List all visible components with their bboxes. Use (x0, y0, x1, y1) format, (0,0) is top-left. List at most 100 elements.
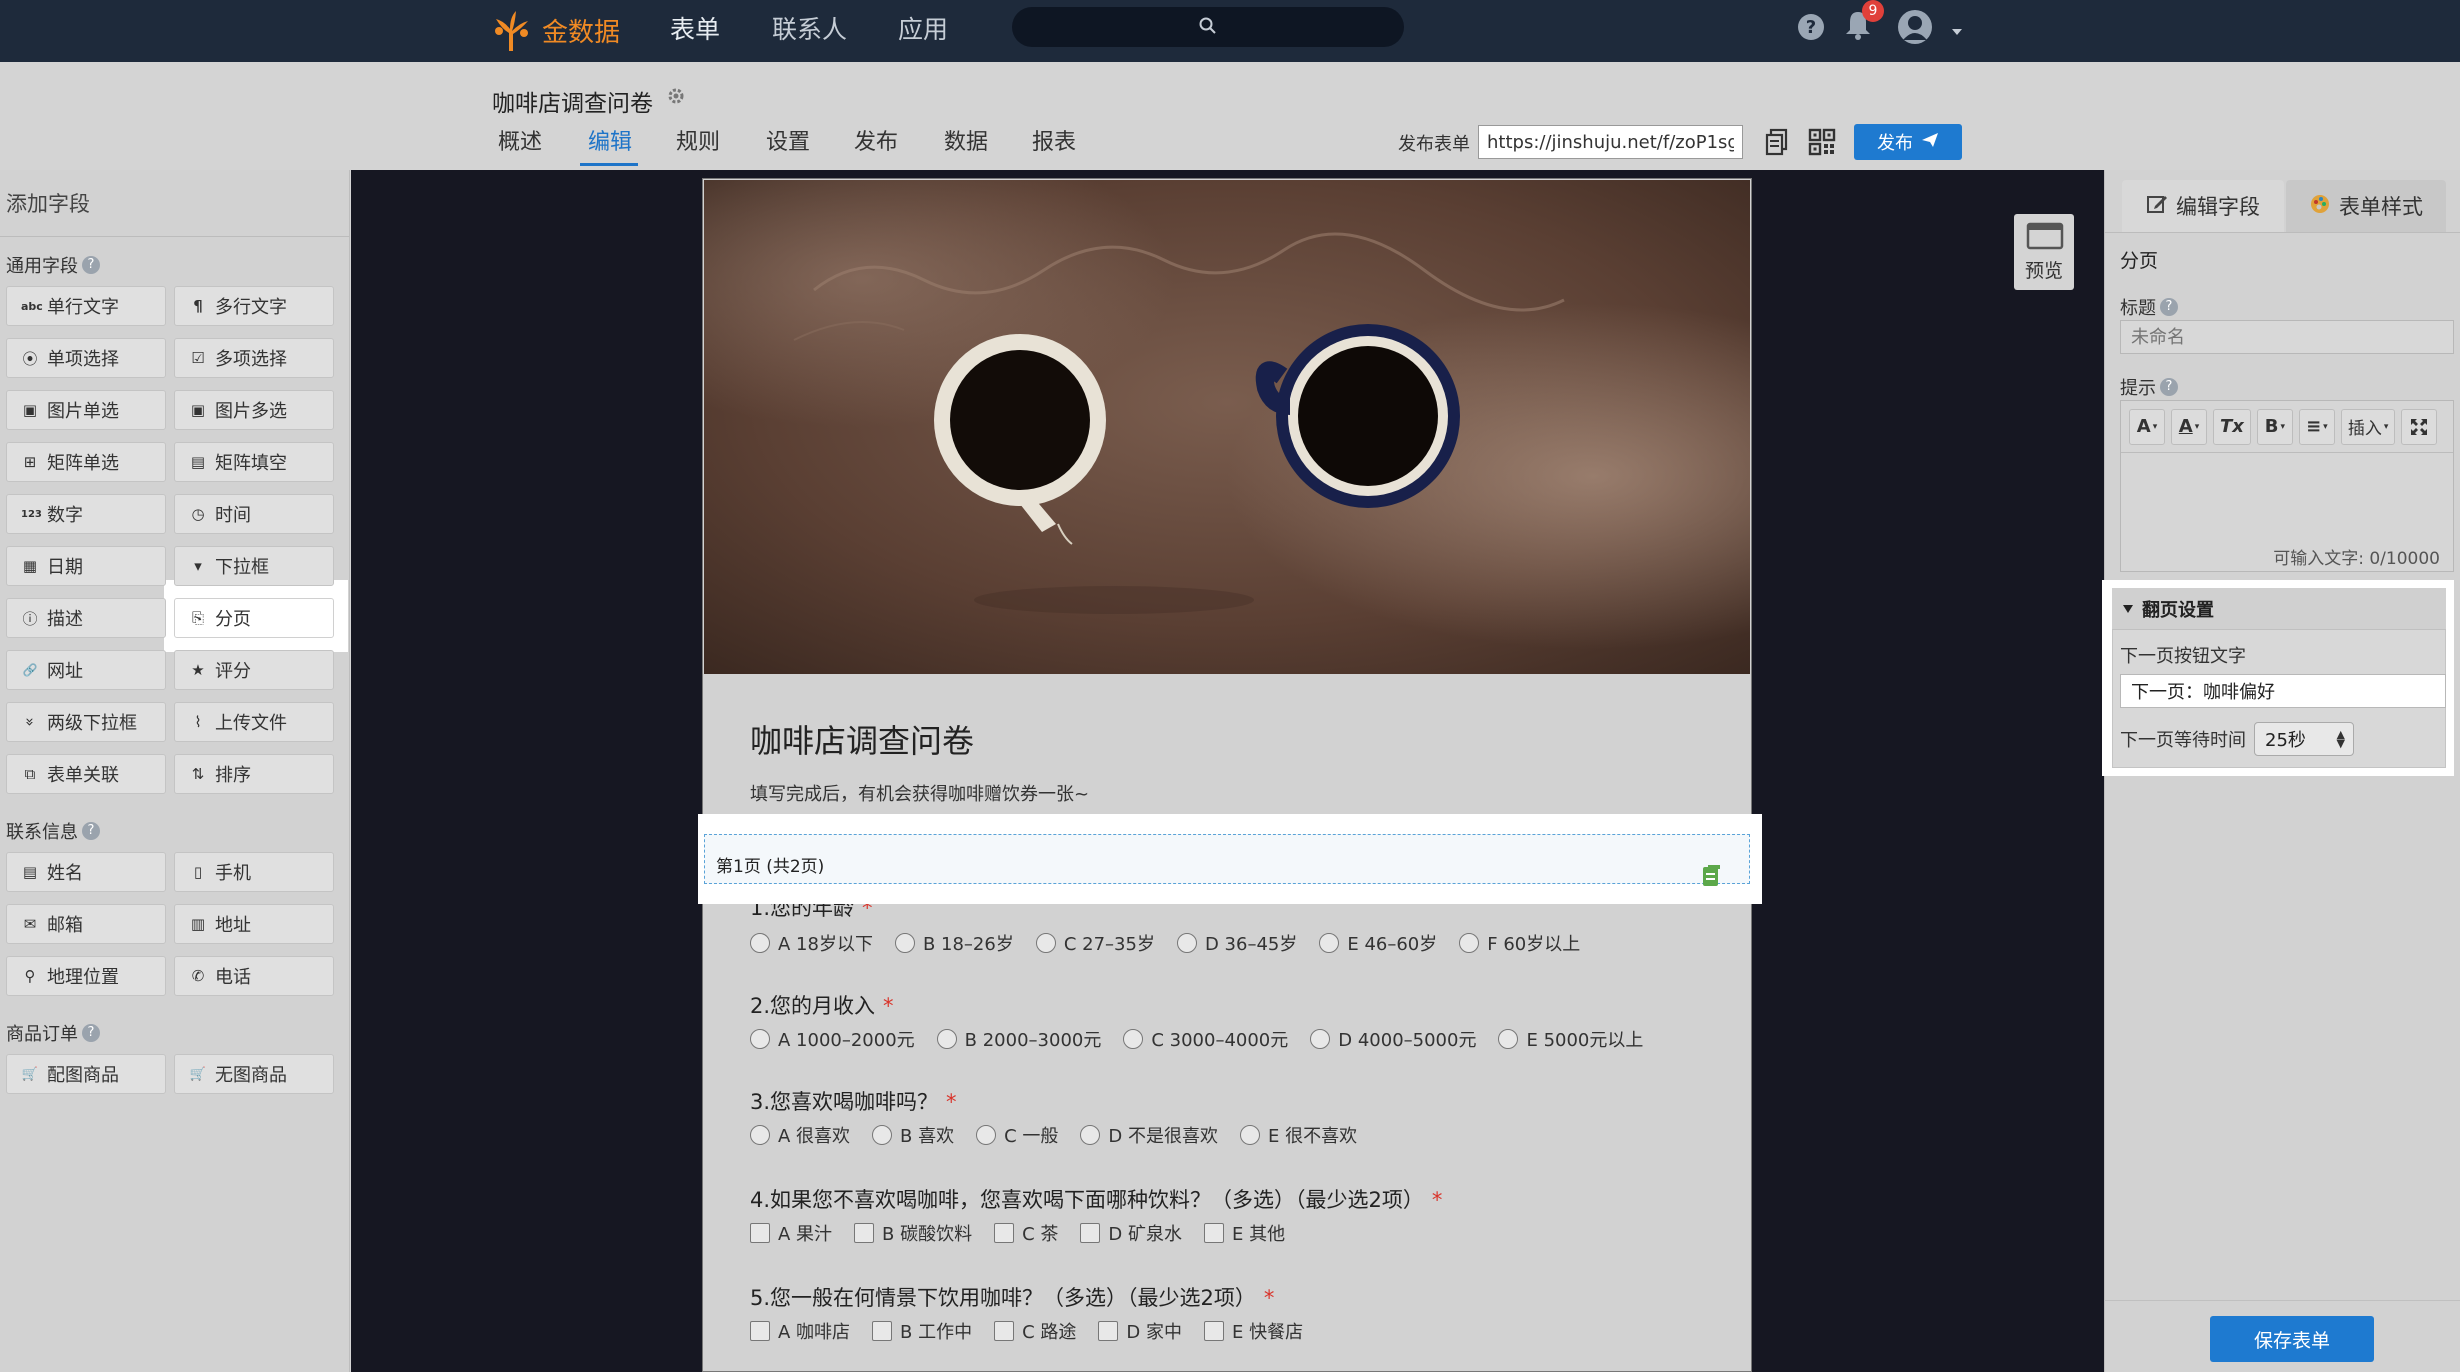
font-color-button[interactable]: A ▾ (2171, 408, 2207, 445)
preview-button[interactable]: 预览 (2014, 214, 2074, 290)
tab-reports[interactable]: 报表 (1032, 128, 1076, 168)
field-rating[interactable]: ★ 评分 (174, 650, 334, 690)
field-matrix-single[interactable]: ⊞ 矩阵单选 (6, 442, 166, 482)
help-icon[interactable]: ? (1796, 12, 1826, 46)
field-mobile[interactable]: ▯ 手机 (174, 852, 334, 892)
checkbox-option[interactable]: D 家中 (1098, 1318, 1182, 1344)
fullscreen-icon[interactable] (2401, 408, 2438, 445)
font-size-button[interactable]: A ▾ (2129, 408, 2165, 445)
cover-image[interactable] (704, 180, 1750, 674)
radio-option[interactable]: D 4000–5000元 (1310, 1026, 1476, 1052)
radio-option[interactable]: F 60岁以上 (1459, 930, 1580, 956)
page-break-marker[interactable] (704, 834, 1750, 884)
copy-icon[interactable] (1764, 128, 1790, 160)
radio-option[interactable]: B 18–26岁 (894, 930, 1014, 956)
field-form-link[interactable]: ⧉ 表单关联 (6, 754, 166, 794)
duplicate-icon[interactable] (1700, 864, 1722, 892)
checkbox-option[interactable]: A 咖啡店 (750, 1318, 850, 1344)
field-name[interactable]: ▤ 姓名 (6, 852, 166, 892)
field-image-single[interactable]: ▣ 图片单选 (6, 390, 166, 430)
tab-edit[interactable]: 编辑 (588, 128, 632, 168)
tab-edit-field[interactable]: 编辑字段 (2122, 180, 2284, 232)
save-form-button[interactable]: 保存表单 (2210, 1316, 2374, 1362)
radio-option[interactable]: C 27–35岁 (1035, 930, 1155, 956)
help-icon[interactable]: ? (2160, 378, 2178, 396)
checkbox-option[interactable]: C 茶 (994, 1220, 1058, 1246)
insert-button[interactable]: 插入 ▾ (2340, 408, 2396, 445)
radio-option[interactable]: A 1000–2000元 (750, 1026, 915, 1052)
nav-contacts[interactable]: 联系人 (772, 10, 847, 50)
question-3-title[interactable]: 3.您喜欢喝咖啡吗？ * (750, 1086, 957, 1116)
help-icon[interactable]: ? (82, 822, 100, 840)
help-icon[interactable]: ? (2160, 298, 2178, 316)
field-email[interactable]: ✉ 邮箱 (6, 904, 166, 944)
question-2-title[interactable]: 2.您的月收入 * (750, 990, 894, 1020)
wait-time-select[interactable]: 25秒 ▲ ▼ (2254, 722, 2354, 756)
title-input[interactable] (2120, 320, 2454, 354)
field-product-no-image[interactable]: 🛒 无图商品 (174, 1054, 334, 1094)
radio-option[interactable]: B 喜欢 (872, 1122, 954, 1148)
radio-option[interactable]: B 2000–3000元 (936, 1026, 1101, 1052)
checkbox-option[interactable]: B 工作中 (872, 1318, 972, 1344)
checkbox-option[interactable]: E 其他 (1204, 1220, 1285, 1246)
field-matrix-fill[interactable]: ▤ 矩阵填空 (174, 442, 334, 482)
tab-settings[interactable]: 设置 (766, 128, 810, 168)
radio-option[interactable]: D 36–45岁 (1176, 930, 1297, 956)
field-date[interactable]: ▦ 日期 (6, 546, 166, 586)
page-flip-header[interactable]: 翻页设置 (2112, 588, 2446, 630)
help-icon[interactable]: ? (82, 1024, 100, 1042)
checkbox-option[interactable]: B 碳酸饮料 (854, 1220, 972, 1246)
checkbox-option[interactable]: A 果汁 (750, 1220, 832, 1246)
field-phone[interactable]: ✆ 电话 (174, 956, 334, 996)
question-5-title[interactable]: 5.您一般在何情景下饮用咖啡？（多选）（最少选2项） * (750, 1282, 1274, 1312)
field-dropdown[interactable]: ▾ 下拉框 (174, 546, 334, 586)
field-multi-line-text[interactable]: ¶ 多行文字 (174, 286, 334, 326)
field-image-multi[interactable]: ▣ 图片多选 (174, 390, 334, 430)
radio-option[interactable]: E 46–60岁 (1319, 930, 1437, 956)
tab-overview[interactable]: 概述 (498, 128, 542, 168)
brand-logo[interactable]: 金数据 (488, 2, 620, 58)
publish-button[interactable]: 发布 (1854, 124, 1962, 160)
radio-option[interactable]: D 不是很喜欢 (1080, 1122, 1218, 1148)
tab-publish[interactable]: 发布 (854, 128, 898, 168)
checkbox-option[interactable]: C 路途 (994, 1318, 1076, 1344)
field-cascade-dropdown[interactable]: » 两级下拉框 (6, 702, 166, 742)
radio-option[interactable]: E 5000元以上 (1498, 1026, 1643, 1052)
radio-option[interactable]: A 18岁以下 (750, 930, 873, 956)
radio-option[interactable]: C 一般 (976, 1122, 1058, 1148)
field-url[interactable]: 🔗 网址 (6, 650, 166, 690)
field-multi-choice[interactable]: ☑ 多项选择 (174, 338, 334, 378)
field-product-with-image[interactable]: 🛒 配图商品 (6, 1054, 166, 1094)
tab-rules[interactable]: 规则 (676, 128, 720, 168)
clear-format-button[interactable]: Tx (2213, 408, 2251, 445)
next-button-text-input[interactable] (2120, 674, 2446, 708)
radio-option[interactable]: E 很不喜欢 (1240, 1122, 1357, 1148)
field-number[interactable]: 123 数字 (6, 494, 166, 534)
field-file-upload[interactable]: ⌇ 上传文件 (174, 702, 334, 742)
field-single-choice[interactable]: ⦿ 单项选择 (6, 338, 166, 378)
field-geolocation[interactable]: ⚲ 地理位置 (6, 956, 166, 996)
align-button[interactable]: ≡ ▾ (2298, 408, 2335, 445)
tab-data[interactable]: 数据 (944, 128, 988, 168)
field-time[interactable]: ◷ 时间 (174, 494, 334, 534)
field-description[interactable]: ⓘ 描述 (6, 598, 166, 638)
field-sort[interactable]: ⇅ 排序 (174, 754, 334, 794)
form-url-field[interactable] (1478, 125, 1743, 159)
qr-code-icon[interactable] (1808, 128, 1836, 160)
nav-forms[interactable]: 表单 (670, 10, 720, 50)
search-input[interactable] (1012, 7, 1404, 47)
radio-option[interactable]: C 3000–4000元 (1123, 1026, 1288, 1052)
chevron-down-icon[interactable] (1950, 22, 1964, 41)
checkbox-option[interactable]: E 快餐店 (1204, 1318, 1303, 1344)
checkbox-option[interactable]: D 矿泉水 (1080, 1220, 1182, 1246)
radio-option[interactable]: A 很喜欢 (750, 1122, 850, 1148)
field-page-break[interactable]: ⎘ 分页 (174, 598, 334, 638)
tab-form-style[interactable]: 表单样式 (2286, 180, 2446, 232)
question-4-title[interactable]: 4.如果您不喜欢喝咖啡，您喜欢喝下面哪种饮料？（多选）（最少选2项） * (750, 1184, 1442, 1214)
field-address[interactable]: ▥ 地址 (174, 904, 334, 944)
field-single-line-text[interactable]: abc 单行文字 (6, 286, 166, 326)
gear-icon[interactable] (666, 86, 686, 110)
help-icon[interactable]: ? (82, 256, 100, 274)
bold-button[interactable]: B ▾ (2256, 408, 2293, 445)
nav-apps[interactable]: 应用 (898, 10, 948, 50)
